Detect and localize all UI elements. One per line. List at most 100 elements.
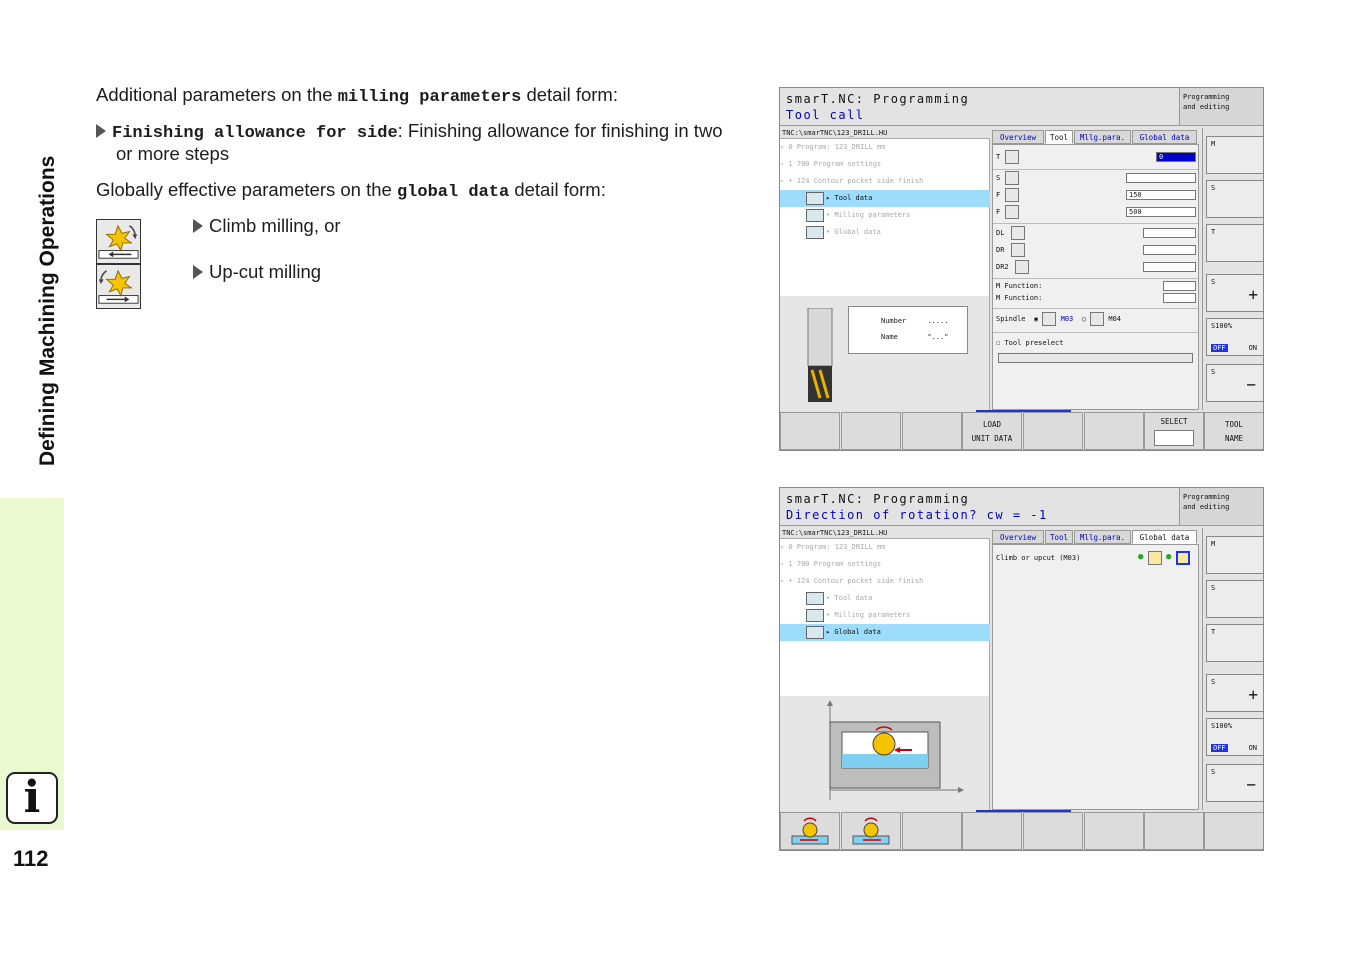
softkey-label: M (1211, 540, 1216, 548)
softkey-label: S100% (1211, 322, 1233, 330)
softkey-speed-plus[interactable]: S + (1206, 274, 1263, 312)
off-badge: OFF (1211, 344, 1228, 352)
milling-feed-input[interactable]: 500 (1126, 207, 1196, 217)
tab-global-data[interactable]: Global data (1132, 130, 1197, 144)
softkey-m-function[interactable]: M (1206, 536, 1263, 574)
mode-line: and editing (1183, 503, 1230, 511)
option-text: Up-cut milling (209, 261, 322, 282)
tree-item-milling-parameters[interactable]: • Milling parameters (780, 607, 990, 624)
softkey-m-function[interactable]: M (1206, 136, 1263, 174)
upcut-option-icon[interactable] (1176, 551, 1190, 565)
radio-climb[interactable]: ● (1138, 552, 1143, 562)
global-data-form: Climb or upcut (M03) ● ● (992, 544, 1199, 810)
softkey-speed-plus[interactable]: S + (1206, 674, 1263, 712)
bullet-triangle-icon (96, 124, 106, 138)
tree-item[interactable]: › 1 700 Program settings (780, 556, 990, 573)
delta-length-input[interactable] (1143, 228, 1196, 238)
off-badge: OFF (1211, 744, 1228, 752)
tool-number-icon (1005, 150, 1019, 164)
tree-item-milling-parameters[interactable]: • Milling parameters (780, 207, 990, 224)
tree-item[interactable]: › 1 700 Program settings (780, 156, 990, 173)
tree-item-global-data[interactable]: ▸ Global data (780, 624, 990, 641)
softkey-speed-minus[interactable]: S − (1206, 364, 1263, 402)
tree-item[interactable]: ▿ • 124 Contour pocket side finish (780, 173, 990, 190)
horizontal-softkeys: LOAD UNIT DATA SELECT TOOL NAME (780, 412, 1263, 450)
radio-upcut[interactable]: ● (1166, 552, 1171, 562)
tab-milling-parameters[interactable]: Mllg.para. (1074, 130, 1131, 144)
softkey-empty-4[interactable] (1084, 812, 1144, 850)
softkey-empty-1[interactable] (902, 812, 962, 850)
tool-number-input[interactable]: 0 (1156, 152, 1196, 162)
softkey-spindle[interactable]: S (1206, 180, 1263, 218)
tree-item[interactable]: ▿ • 124 Contour pocket side finish (780, 573, 990, 590)
spindle-speed-input[interactable] (1126, 173, 1196, 183)
softkey-label: T (1211, 228, 1216, 236)
softkey-empty-5[interactable] (1084, 412, 1144, 450)
file-path: TNC:\smarTNC\123_DRILL.HU (780, 528, 990, 539)
tab-global-data[interactable]: Global data (1132, 530, 1197, 544)
tab-milling-parameters[interactable]: Mllg.para. (1074, 530, 1131, 544)
tab-tool[interactable]: Tool (1045, 530, 1073, 544)
radio-m03[interactable]: ◉ (1030, 315, 1038, 323)
tree-item[interactable]: ▿ 0 Program: 123_DRILL mm (780, 539, 990, 556)
screen-header: smarT.NC: Programming Direction of rotat… (780, 488, 1179, 526)
softkey-tool[interactable]: T (1206, 224, 1263, 262)
tree-item-label: • Tool data (826, 594, 873, 602)
softkey-spindle[interactable]: S (1206, 580, 1263, 618)
radio-m04[interactable]: ○ (1077, 315, 1086, 323)
softkey-tool[interactable]: T (1206, 624, 1263, 662)
detail-tabs: Overview Tool Mllg.para. Global data (992, 530, 1197, 544)
tab-overview[interactable]: Overview (992, 530, 1044, 544)
softkey-label: M (1211, 140, 1216, 148)
spindle-label: Spindle (996, 315, 1026, 323)
spindle-cw-icon (1042, 312, 1057, 326)
tree-item-label: ▸ Tool data (826, 194, 873, 202)
m-function-input-1[interactable] (1163, 281, 1196, 291)
softkey-empty-2[interactable] (962, 812, 1022, 850)
delta-radius-input[interactable] (1143, 245, 1196, 255)
checkbox-icon[interactable]: ☐ (996, 339, 1000, 347)
plunge-feed-input[interactable]: 150 (1126, 190, 1196, 200)
softkey-speed-minus[interactable]: S − (1206, 764, 1263, 802)
program-tree: ▿ 0 Program: 123_DRILL mm › 1 700 Progra… (780, 139, 990, 296)
tree-item-tool-data[interactable]: • Tool data (780, 590, 990, 607)
softkey-tool-name[interactable]: TOOL NAME (1204, 412, 1263, 450)
text-fragment: : Finishing allowance for finishing in t… (397, 120, 723, 141)
softkey-speed-100[interactable]: S100% OFF ON (1206, 318, 1263, 356)
name-value: "..." (927, 333, 949, 341)
softkey-empty-2[interactable] (841, 412, 901, 450)
delta-radius2-input[interactable] (1143, 262, 1196, 272)
tree-item-tool-data[interactable]: ▸ Tool data (780, 190, 990, 207)
softkey-empty-4[interactable] (1023, 412, 1083, 450)
tool-preselect-row[interactable]: ☐ Tool preselect (996, 336, 1063, 350)
text-fragment: Additional parameters on the (96, 84, 338, 105)
option-text: Climb milling, or (209, 215, 341, 236)
climb-option-icon[interactable] (1148, 551, 1162, 565)
option-climb-milling: Climb milling, or (193, 214, 341, 237)
softkey-speed-100[interactable]: S100% OFF ON (1206, 718, 1263, 756)
divider (993, 223, 1198, 224)
softkey-empty-3[interactable] (1023, 812, 1083, 850)
tree-item-label: • Milling parameters (826, 611, 911, 619)
softkey-climb-milling[interactable] (780, 812, 840, 850)
softkey-load-unit-data[interactable]: LOAD UNIT DATA (962, 412, 1022, 450)
tab-tool[interactable]: Tool (1045, 130, 1073, 144)
tree-item[interactable]: ▿ 0 Program: 123_DRILL mm (780, 139, 990, 156)
softkey-label: S (1211, 368, 1216, 376)
m-function-input-2[interactable] (1163, 293, 1196, 303)
tree-item-label: › 1 700 Program settings (780, 560, 882, 568)
tree-item-label: ▿ 0 Program: 123_DRILL mm (780, 543, 886, 551)
softkey-label: S (1211, 278, 1216, 286)
softkey-empty-6[interactable] (1204, 812, 1263, 850)
file-path: TNC:\smarTNC\123_DRILL.HU (780, 128, 990, 139)
tab-overview[interactable]: Overview (992, 130, 1044, 144)
softkey-empty-3[interactable] (902, 412, 962, 450)
softkey-upcut-milling[interactable] (841, 812, 901, 850)
plus-icon: + (1248, 685, 1258, 704)
tool-preselect-input[interactable] (998, 353, 1193, 363)
tree-item-global-data[interactable]: • Global data (780, 224, 990, 241)
softkey-select[interactable]: SELECT (1144, 412, 1204, 450)
softkey-empty-1[interactable] (780, 412, 840, 450)
softkey-empty-5[interactable] (1144, 812, 1204, 850)
m-function-label-2: M Function: (996, 294, 1043, 302)
